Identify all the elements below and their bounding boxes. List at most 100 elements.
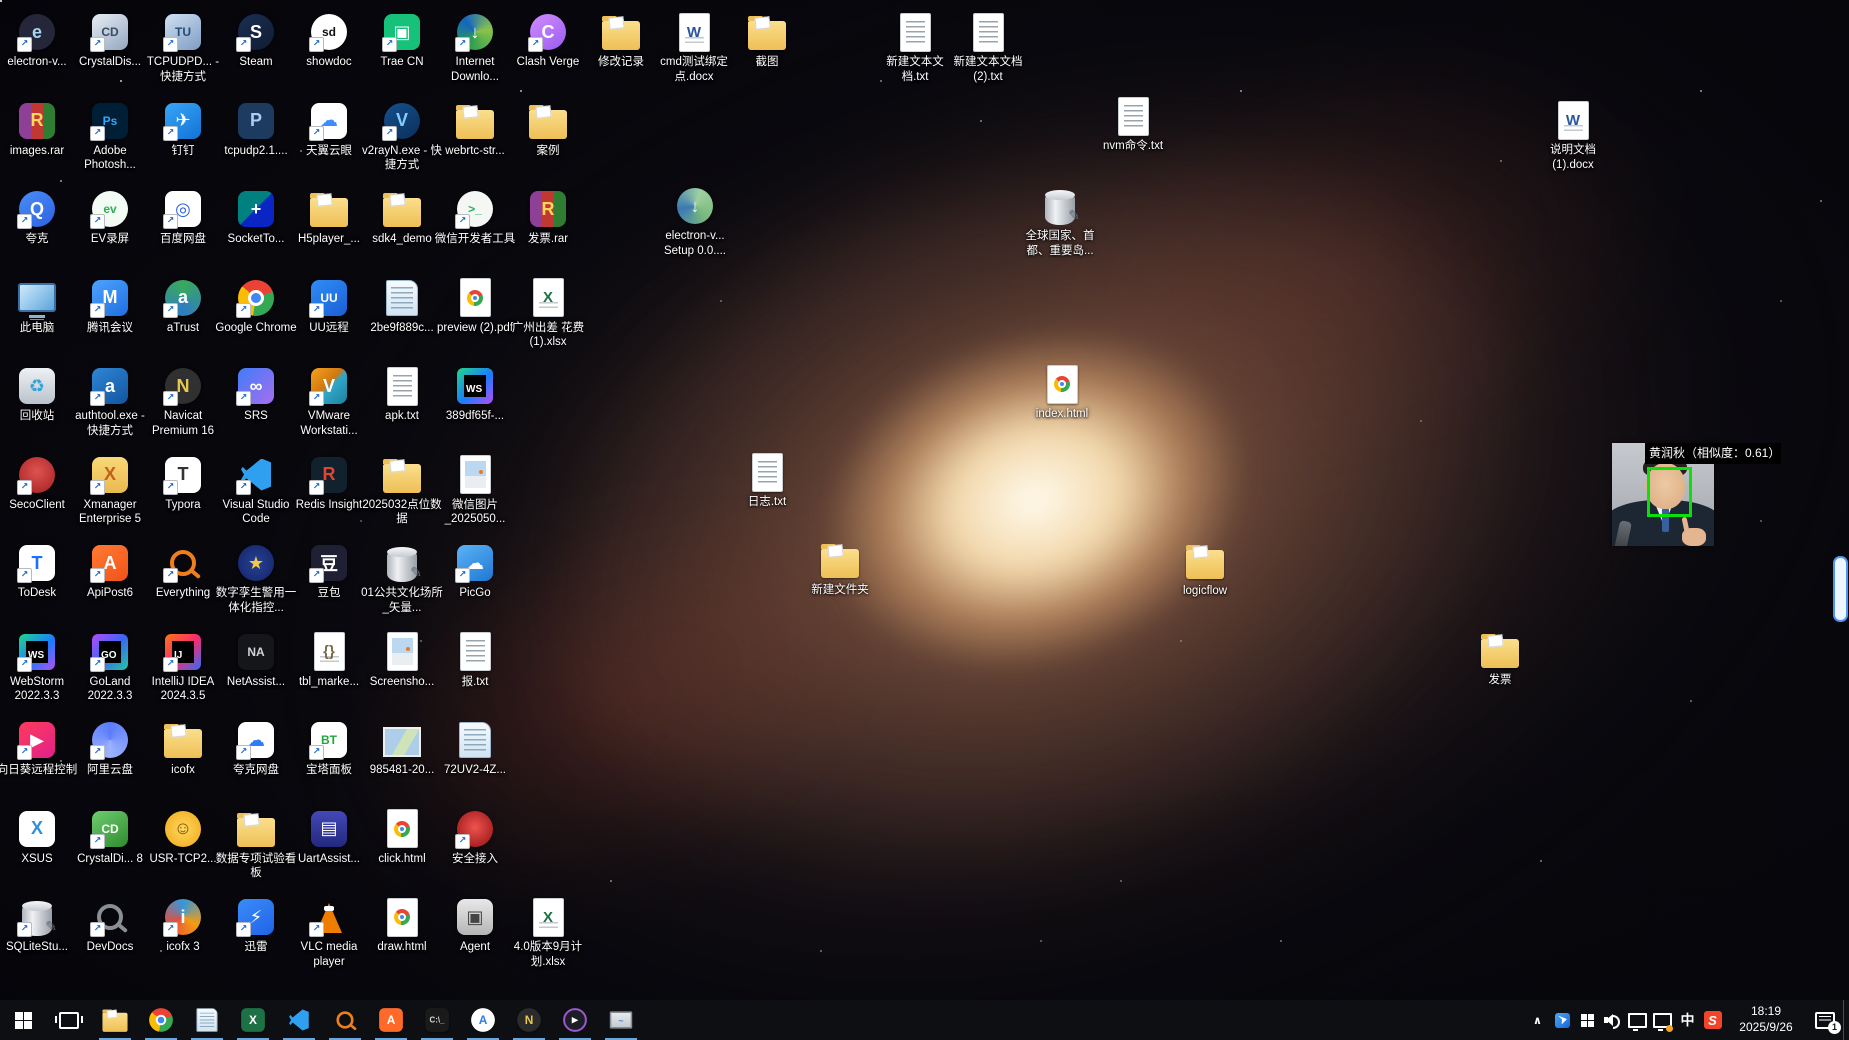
desktop-icon[interactable]: nvm命令.txt: [1091, 96, 1175, 154]
desktop-icon[interactable]: ↗阿里云盘: [68, 720, 152, 778]
desktop-icon[interactable]: ↗DevDocs: [68, 897, 152, 955]
desktop-icon[interactable]: ↓↗Internet Downlo...: [433, 12, 517, 85]
desktop-icon[interactable]: T↗Typora: [141, 455, 225, 513]
desktop-icon[interactable]: N↗Navicat Premium 16: [141, 366, 225, 439]
taskbar-terminal-button[interactable]: C:\_: [414, 1000, 460, 1040]
desktop-icon[interactable]: ▣Agent: [433, 897, 517, 955]
desktop-icon[interactable]: logicflow: [1163, 541, 1247, 599]
desktop-icon[interactable]: BT↗宝塔面板: [287, 720, 371, 778]
desktop-icon[interactable]: ↓electron-v... Setup 0.0....: [653, 186, 737, 259]
desktop-icon[interactable]: X4.0版本9月计划.xlsx: [506, 897, 590, 970]
desktop-icon[interactable]: ☁↗天翼云眼: [287, 101, 371, 159]
desktop-icon[interactable]: V↗v2rayN.exe - 快捷方式: [360, 101, 444, 174]
desktop-icon[interactable]: TU↗TCPUDPD... - 快捷方式: [141, 12, 225, 85]
desktop-icon[interactable]: W说明文档(1).docx: [1531, 100, 1615, 173]
tray-chevron-icon[interactable]: ∧: [1525, 1000, 1550, 1040]
taskbar-file-explorer-button[interactable]: [92, 1000, 138, 1040]
desktop-icon[interactable]: ev↗EV录屏: [68, 189, 152, 247]
desktop-icon[interactable]: UU↗UU远程: [287, 278, 371, 336]
desktop-icon[interactable]: GO↗GoLand 2022.3.3: [68, 632, 152, 705]
desktop-icon[interactable]: ◎↗百度网盘: [141, 189, 225, 247]
show-desktop-button[interactable]: [1843, 1000, 1849, 1040]
edge-panel-handle[interactable]: [1833, 556, 1848, 622]
ime-language-indicator[interactable]: 中: [1675, 1000, 1700, 1040]
desktop-icon[interactable]: preview (2).pdf: [433, 278, 517, 336]
desktop-icon[interactable]: ∞↗SRS: [214, 366, 298, 424]
desktop-icon[interactable]: 微信图片_2025050...: [433, 455, 517, 528]
desktop-icon[interactable]: ▤UartAssist...: [287, 809, 371, 867]
desktop-icon[interactable]: 新建文件夹: [798, 540, 882, 598]
desktop-icon[interactable]: webrtc-str...: [433, 101, 517, 159]
taskbar-apipost-button[interactable]: A: [368, 1000, 414, 1040]
desktop-icon[interactable]: 数据专项试验看板: [214, 809, 298, 882]
desktop-icon[interactable]: 案例: [506, 101, 590, 159]
taskbar-app-store-button[interactable]: A: [460, 1000, 506, 1040]
desktop-icon[interactable]: {}tbl_marke...: [287, 632, 371, 690]
taskbar-excel-button[interactable]: X: [230, 1000, 276, 1040]
desktop-icon[interactable]: ↗Everything: [141, 543, 225, 601]
taskbar-chrome-button[interactable]: [138, 1000, 184, 1040]
desktop-icon[interactable]: draw.html: [360, 897, 444, 955]
tray-volume-icon[interactable]: [1600, 1000, 1625, 1040]
action-center-button[interactable]: 1: [1807, 1000, 1843, 1040]
desktop-icon[interactable]: R↗Redis Insight: [287, 455, 371, 513]
desktop-icon[interactable]: a↗authtool.exe - 快捷方式: [68, 366, 152, 439]
desktop-icon[interactable]: WS389df65f-...: [433, 366, 517, 424]
taskbar-notepad-button[interactable]: [184, 1000, 230, 1040]
desktop-icon[interactable]: X↗Xmanager Enterprise 5: [68, 455, 152, 528]
desktop-icon[interactable]: i↗icofx 3: [141, 897, 225, 955]
desktop-icon[interactable]: sdk4_demo: [360, 189, 444, 247]
desktop-icon[interactable]: CD↗CrystalDis...: [68, 12, 152, 70]
taskbar-media-player-button[interactable]: ▶: [552, 1000, 598, 1040]
desktop-icon[interactable]: C↗Clash Verge: [506, 12, 590, 70]
desktop-icon[interactable]: icofx: [141, 720, 225, 778]
desktop-icon[interactable]: 修改记录: [579, 12, 663, 70]
desktop-icon[interactable]: ↗Visual Studio Code: [214, 455, 298, 528]
desktop-icon[interactable]: 发票: [1458, 630, 1542, 688]
desktop-icon[interactable]: 2025032点位数据: [360, 455, 444, 528]
tray-sogou-icon[interactable]: S: [1700, 1000, 1725, 1040]
taskbar-everything-button[interactable]: [322, 1000, 368, 1040]
desktop-icon[interactable]: Wcmd测试绑定点.docx: [652, 12, 736, 85]
taskbar-clock[interactable]: 18:19 2025/9/26: [1725, 1004, 1807, 1035]
desktop-icon[interactable]: 截图: [725, 12, 809, 70]
desktop-icon[interactable]: ↗VLC media player: [287, 897, 371, 970]
desktop-icon[interactable]: R发票.rar: [506, 189, 590, 247]
desktop-icon[interactable]: V↗VMware Workstati...: [287, 366, 371, 439]
desktop-icon[interactable]: ☺USR-TCP2...: [141, 809, 225, 867]
desktop-icon[interactable]: apk.txt: [360, 366, 444, 424]
desktop-icon[interactable]: 01公共文化场所_矢量...: [360, 543, 444, 616]
desktop-icon[interactable]: index.html: [1020, 364, 1104, 422]
desktop-icon[interactable]: 新建文本文档 (2).txt: [946, 12, 1030, 85]
taskbar-navicat-button[interactable]: N: [506, 1000, 552, 1040]
tray-windows-security-icon[interactable]: [1575, 1000, 1600, 1040]
desktop-icon[interactable]: H5player_...: [287, 189, 371, 247]
desktop-icon[interactable]: M↗腾讯会议: [68, 278, 152, 336]
taskbar-system-monitor-button[interactable]: ~: [598, 1000, 644, 1040]
desktop-icon[interactable]: Ptcpudp2.1....: [214, 101, 298, 159]
desktop-icon[interactable]: >_↗微信开发者工具: [433, 189, 517, 247]
desktop-icon[interactable]: NANetAssist...: [214, 632, 298, 690]
desktop-icon[interactable]: Ps↗Adobe Photosh...: [68, 101, 152, 174]
tray-cast-icon[interactable]: [1650, 1000, 1675, 1040]
desktop-icon[interactable]: 72UV2-4Z...: [433, 720, 517, 778]
desktop-icon[interactable]: A↗ApiPost6: [68, 543, 152, 601]
start-button[interactable]: [0, 1000, 46, 1040]
desktop-icon[interactable]: 985481-20...: [360, 720, 444, 778]
desktop-icon[interactable]: Screensho...: [360, 632, 444, 690]
desktop-icon[interactable]: sd↗showdoc: [287, 12, 371, 70]
desktop-icon[interactable]: ↗安全接入: [433, 809, 517, 867]
desktop-icon[interactable]: IJ↗IntelliJ IDEA 2024.3.5: [141, 632, 225, 705]
tray-network-icon[interactable]: [1625, 1000, 1650, 1040]
desktop-icon[interactable]: 新建文本文档.txt: [873, 12, 957, 85]
desktop-icon[interactable]: +SocketTo...: [214, 189, 298, 247]
desktop-icon[interactable]: ↗Google Chrome: [214, 278, 298, 336]
desktop-icon[interactable]: 2be9f889c...: [360, 278, 444, 336]
desktop-icon[interactable]: a↗aTrust: [141, 278, 225, 336]
desktop-icon[interactable]: 全球国家、首都、重要岛...: [1018, 186, 1102, 259]
desktop-icon[interactable]: 豆↗豆包: [287, 543, 371, 601]
desktop-icon[interactable]: 报.txt: [433, 632, 517, 690]
desktop-icon[interactable]: ★数字孪生警用一体化指控...: [214, 543, 298, 616]
desktop-icon[interactable]: S↗Steam: [214, 12, 298, 70]
desktop-icon[interactable]: ✈↗钉钉: [141, 101, 225, 159]
